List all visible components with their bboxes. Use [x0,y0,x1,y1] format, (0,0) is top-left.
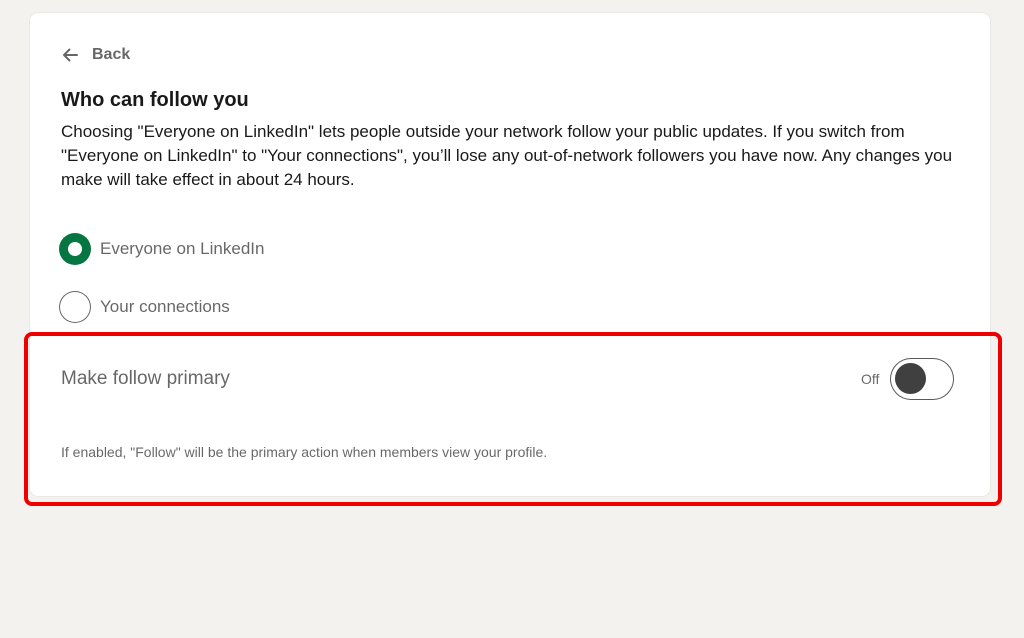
radio-unselected-icon[interactable] [59,291,91,323]
option-everyone-on-linkedin[interactable]: Everyone on LinkedIn [59,233,264,265]
back-label: Back [92,46,131,63]
radio-selected-icon[interactable] [59,233,91,265]
option-label: Your connections [100,297,230,316]
arrow-left-icon [60,45,80,65]
section-description: Choosing "Everyone on LinkedIn" lets peo… [61,122,953,189]
back-button[interactable]: Back [60,45,130,65]
page-title: Who can follow you [61,89,249,111]
option-your-connections[interactable]: Your connections [59,291,230,323]
highlight-box [24,332,1002,506]
option-label: Everyone on LinkedIn [100,239,265,258]
